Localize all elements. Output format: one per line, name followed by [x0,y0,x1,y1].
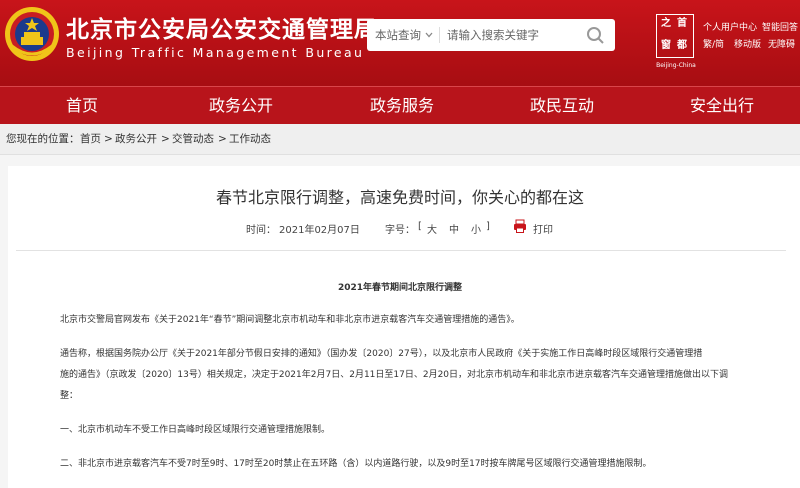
article-title: 春节北京限行调整，高速免费时间，你关心的都在这 [215,188,584,207]
breadcrumb-separator: > [218,133,227,145]
search-input[interactable] [443,23,581,47]
article-paragraph: 通告称，根据国务院办公厅《关于2021年部分节假日安排的通知》（国办发〔2020… [60,349,703,359]
font-size-large[interactable]: 大 [427,221,437,236]
site-subtitle: Beijing Traffic Management Bureau [66,45,365,60]
nav-item-government-affairs[interactable]: 政务公开 [209,87,273,124]
breadcrumb-prefix: 您现在的位置： [6,133,80,145]
search-divider [439,27,440,43]
breadcrumb-separator: > [104,133,113,145]
logo-char: 窗 [661,40,671,51]
font-size-label: 字号： [385,225,415,236]
nav-item-government-services[interactable]: 政务服务 [370,87,434,124]
site-title: 北京市公安局公安交通管理局 [66,17,378,43]
police-emblem-icon [5,7,59,61]
breadcrumb-government-affairs[interactable]: 政务公开 [115,124,157,154]
site-header: 北京市公安局公安交通管理局 Beijing Traffic Management… [0,0,800,86]
nav-item-home[interactable]: 首页 [66,87,98,124]
nav-item-public-interaction[interactable]: 政民互动 [530,87,594,124]
mobile-version-link[interactable]: 移动版 [734,37,761,50]
breadcrumb-work-news[interactable]: 工作动态 [229,124,271,154]
article-paragraph: 北京市交警局官网发布《关于2021年“春节”期间调整北京市机动车和非北京市进京载… [60,315,520,325]
simplified-traditional-toggle[interactable]: 繁/简 [703,37,724,50]
capital-window-logo[interactable]: 之 首 窗 都 [656,14,694,58]
font-size-bracket-open: [ [418,221,422,232]
font-size-medium[interactable]: 中 [449,221,459,236]
logo-char: 之 [661,18,671,29]
font-size-small[interactable]: 小 [471,221,481,236]
meta-divider [16,250,786,251]
main-nav: 首页 政务公开 政务服务 政民互动 安全出行 [0,86,800,124]
smart-search-link[interactable]: 智能回答 [762,20,798,33]
article-content: 春节北京限行调整，高速免费时间，你关心的都在这 时间： 2021年02月07日 … [8,166,800,488]
breadcrumb-home[interactable]: 首页 [80,124,101,154]
search-scope-select[interactable]: 本站查询 [375,19,421,51]
article-subheading: 2021年春节期间北京限行调整 [337,283,463,293]
breadcrumb: 您现在的位置： 首页 > 政务公开 > 交管动态 > 工作动态 [0,124,800,155]
breadcrumb-traffic-news[interactable]: 交管动态 [172,124,214,154]
article-date: 2021年02月07日 [279,225,360,236]
print-button[interactable]: 打印 [533,221,553,236]
article-paragraph: 施的通告》（京政发〔2020〕13号）相关规定，决定于2021年2月7日、2月1… [60,370,729,380]
article-paragraph: 二、非北京市进京载客汽车不受7时至9时、17时至20时禁止在五环路（含）以内道路… [60,459,652,469]
article-paragraph: 整： [60,391,79,401]
chevron-down-icon[interactable] [425,31,433,39]
logo-caption: Beijing-China [656,62,696,69]
font-size-bracket-close: ] [486,221,490,232]
breadcrumb-separator: > [161,133,170,145]
accessibility-link[interactable]: 无障碍 [768,37,795,50]
article-time-label: 时间： [246,225,276,236]
search-icon[interactable] [585,25,607,45]
nav-item-safe-travel[interactable]: 安全出行 [690,87,754,124]
logo-char: 首 [677,18,687,29]
printer-icon[interactable] [513,219,527,233]
search-box: 本站查询 [367,19,615,51]
user-center-link[interactable]: 个人用户中心 [703,20,757,33]
article-paragraph: 一、北京市机动车不受工作日高峰时段区域限行交通管理措施限制。 [60,425,331,435]
logo-char: 都 [677,40,687,51]
